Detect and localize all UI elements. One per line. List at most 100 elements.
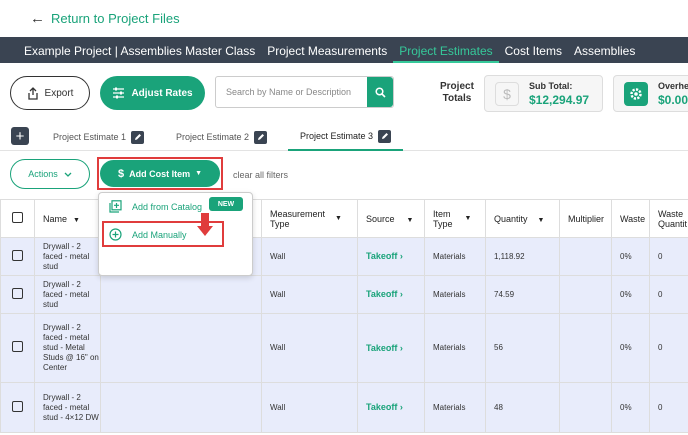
nav-project-title[interactable]: Example Project | Assemblies Master Clas… — [18, 44, 261, 63]
col-waste-quantity[interactable]: Waste Quantit — [649, 199, 688, 238]
catalog-label: Add from Catalog — [132, 201, 203, 212]
estimate-tabs: + Project Estimate 1 Project Estimate 2 … — [0, 123, 688, 151]
source-link[interactable]: Takeoff › — [366, 343, 403, 353]
sort-icon: ▼ — [73, 216, 80, 224]
subtotal-value: $12,294.97 — [529, 92, 590, 107]
annotation-arrow — [201, 213, 209, 227]
cell-measurement-type: Wall — [261, 275, 358, 314]
return-link[interactable]: ← Return to Project Files — [30, 10, 180, 27]
cell-waste-quantity: 0 — [649, 237, 688, 276]
pencil-icon[interactable] — [254, 130, 268, 144]
export-button[interactable]: Export — [10, 76, 90, 110]
col-waste[interactable]: Waste — [611, 199, 650, 238]
col-item-type[interactable]: Item Type ▼ — [424, 199, 486, 238]
annotation-arrow-head — [197, 226, 213, 236]
add-estimate-button[interactable]: + — [11, 127, 29, 145]
actions-button[interactable]: Actions — [10, 159, 90, 189]
col-waste-label: Waste — [620, 213, 646, 224]
select-all-checkbox-cell — [0, 199, 35, 238]
cell-description — [100, 275, 262, 314]
gear-icon — [624, 81, 648, 106]
row-checkbox[interactable] — [12, 287, 23, 299]
col-multiplier[interactable]: Multiplier — [559, 199, 612, 238]
overhead-card: Overhead $0.00 — [613, 75, 688, 112]
sort-icon: ▼ — [537, 216, 545, 224]
menu-item-add-from-catalog[interactable]: Add from Catalog — [109, 200, 202, 213]
export-label: Export — [44, 87, 74, 99]
row-checkbox-cell — [0, 382, 35, 433]
source-label: Takeoff — [366, 251, 398, 261]
subtotal-label: Sub Total: — [529, 80, 573, 91]
row-checkbox-cell — [0, 275, 35, 314]
row-checkbox[interactable] — [12, 400, 23, 412]
search-icon — [374, 86, 386, 98]
tab-label: Project Estimate 3 — [300, 131, 374, 141]
cell-item-type: Materials — [424, 313, 486, 383]
row-checkbox-cell — [0, 313, 35, 383]
table-row[interactable]: Drywall - 2 faced - metal stud Wall Take… — [0, 275, 688, 314]
cell-source: Takeoff › — [357, 237, 425, 276]
catalog-icon — [109, 200, 122, 213]
cell-measurement-type: Wall — [261, 382, 358, 433]
source-link[interactable]: Takeoff › — [366, 402, 403, 412]
cell-quantity: 74.59 — [485, 275, 560, 314]
overhead-value: $0.00 — [658, 92, 688, 107]
highlight-box — [97, 157, 223, 190]
arrow-left-icon: ← — [30, 10, 45, 27]
clear-filters-link[interactable]: clear all filters — [233, 170, 288, 180]
sort-icon: ▼ — [406, 216, 414, 224]
sort-icon: ▼ — [335, 215, 342, 222]
cell-multiplier — [559, 382, 612, 433]
tab-label: Project Estimate 1 — [53, 132, 127, 142]
table-row[interactable]: Drywall - 2 faced - metal stud - 4×12 DW… — [0, 382, 688, 433]
cell-source: Takeoff › — [357, 313, 425, 383]
dollar-icon: $ — [495, 81, 519, 106]
col-measurement-type[interactable]: Measurement Type ▼ — [261, 199, 358, 238]
toolbar: Export Adjust Rates Search by Name or De… — [0, 63, 688, 123]
tab-estimate-1[interactable]: Project Estimate 1 — [53, 123, 145, 151]
totals-label-line1: Project — [440, 81, 474, 92]
return-link-label: Return to Project Files — [51, 11, 180, 26]
col-quantity[interactable]: Quantity ▼ — [485, 199, 560, 238]
cell-waste-quantity: 0 — [649, 313, 688, 383]
tab-estimate-2[interactable]: Project Estimate 2 — [176, 123, 268, 151]
source-link[interactable]: Takeoff › — [366, 251, 403, 261]
cell-multiplier — [559, 237, 612, 276]
chevron-down-icon — [64, 172, 72, 177]
pencil-icon[interactable] — [378, 129, 392, 143]
row-checkbox[interactable] — [12, 249, 23, 261]
nav-cost-items[interactable]: Cost Items — [499, 44, 568, 63]
sliders-icon — [113, 87, 125, 99]
tab-estimate-3[interactable]: Project Estimate 3 — [288, 123, 404, 151]
pencil-icon[interactable] — [131, 130, 145, 144]
cell-name: Drywall - 2 faced - metal stud — [34, 275, 101, 314]
adjust-rates-label: Adjust Rates — [131, 87, 193, 99]
adjust-rates-button[interactable]: Adjust Rates — [100, 76, 205, 110]
cell-waste-quantity: 0 — [649, 275, 688, 314]
nav-project-measurements[interactable]: Project Measurements — [261, 44, 393, 63]
select-all-checkbox[interactable] — [12, 212, 23, 223]
row-checkbox-cell — [0, 237, 35, 276]
col-item-type-label-2: Type — [433, 218, 453, 229]
cell-multiplier — [559, 313, 612, 383]
search-button[interactable] — [367, 77, 393, 107]
cell-item-type: Materials — [424, 382, 486, 433]
col-multiplier-label: Multiplier — [568, 213, 605, 224]
new-badge: NEW — [209, 197, 243, 211]
sort-icon: ▼ — [464, 215, 472, 222]
col-name[interactable]: Name ▼ — [34, 199, 101, 238]
row-checkbox[interactable] — [12, 341, 23, 352]
cell-name: Drywall - 2 faced - metal stud - 4×12 DW — [34, 382, 101, 433]
nav-assemblies[interactable]: Assemblies — [568, 44, 641, 63]
col-source[interactable]: Source ▼ — [357, 199, 425, 238]
project-totals-label: Project Totals — [440, 81, 474, 105]
source-link[interactable]: Takeoff › — [366, 289, 403, 299]
cell-source: Takeoff › — [357, 275, 425, 314]
cell-measurement-type: Wall — [261, 237, 358, 276]
nav-project-estimates[interactable]: Project Estimates — [393, 44, 499, 63]
table-row[interactable]: Drywall - 2 faced - metal stud - Metal S… — [0, 313, 688, 383]
cell-name: Drywall - 2 faced - metal stud — [34, 237, 101, 276]
cell-item-type: Materials — [424, 275, 486, 314]
search-input[interactable]: Search by Name or Description — [216, 77, 367, 107]
cell-waste: 0% — [611, 237, 650, 276]
